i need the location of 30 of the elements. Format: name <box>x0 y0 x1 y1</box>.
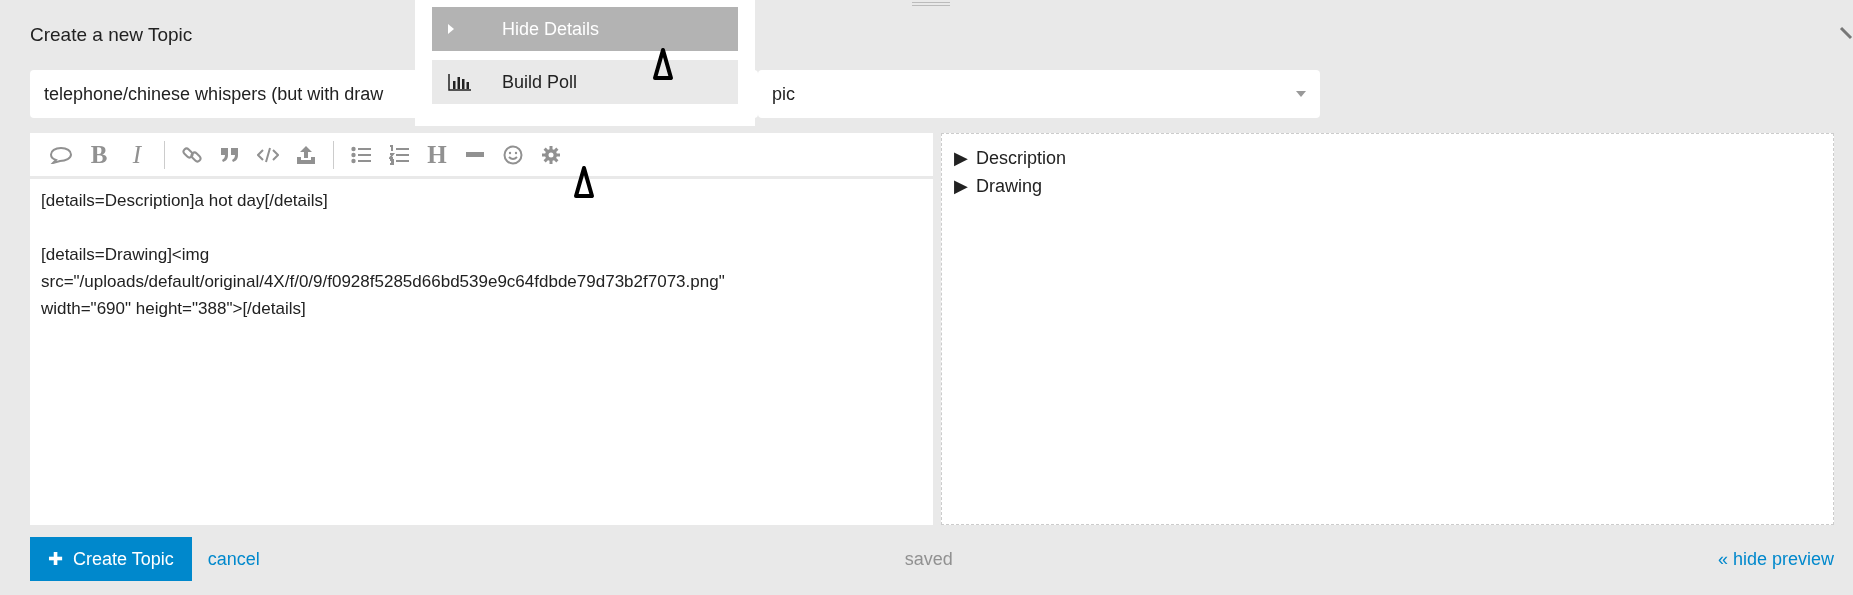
code-icon[interactable] <box>257 146 279 163</box>
quote-icon[interactable] <box>220 145 240 164</box>
triangle-mark-icon <box>652 47 674 81</box>
drag-handle[interactable] <box>912 2 950 6</box>
link-icon[interactable] <box>182 144 202 165</box>
dropdown-caret-icon <box>1296 90 1306 98</box>
bullet-list-icon[interactable] <box>351 145 371 164</box>
editor-text-line: width="690" height="388">[/details] <box>41 298 306 320</box>
create-topic-button[interactable]: ✚ Create Topic <box>30 537 192 581</box>
plus-icon: ✚ <box>48 545 63 573</box>
settings-icon[interactable] <box>542 145 560 164</box>
numbered-list-icon[interactable] <box>389 144 409 165</box>
editor-text-line: src="/uploads/default/original/4X/f/0/9/f0928f5285d66bd539e9c64fdbde79d73b2f7073.png" <box>41 271 725 293</box>
triangle-mark-icon <box>573 165 595 199</box>
disclosure-triangle[interactable]: ▶ <box>954 144 968 172</box>
collapse-icon[interactable] <box>1839 24 1853 42</box>
editor-text-line: [details=Description]a hot day[/details] <box>41 190 328 212</box>
details-summary[interactable]: Description <box>976 144 1067 172</box>
category-select[interactable]: pic <box>758 70 1320 118</box>
details-summary[interactable]: Drawing <box>976 172 1043 200</box>
disclosure-triangle[interactable]: ▶ <box>954 172 968 200</box>
smiley-icon[interactable] <box>503 144 523 165</box>
speech-bubble-icon[interactable] <box>50 145 72 164</box>
caret-icon <box>448 24 454 34</box>
composer-title: Create a new Topic <box>30 23 193 47</box>
save-status: saved <box>904 547 953 571</box>
upload-icon[interactable] <box>296 144 316 165</box>
editor-text-line: [details=Drawing]<img <box>41 244 210 266</box>
bar-chart-icon <box>448 73 472 91</box>
menu-item[interactable]: Build Poll <box>432 60 738 104</box>
